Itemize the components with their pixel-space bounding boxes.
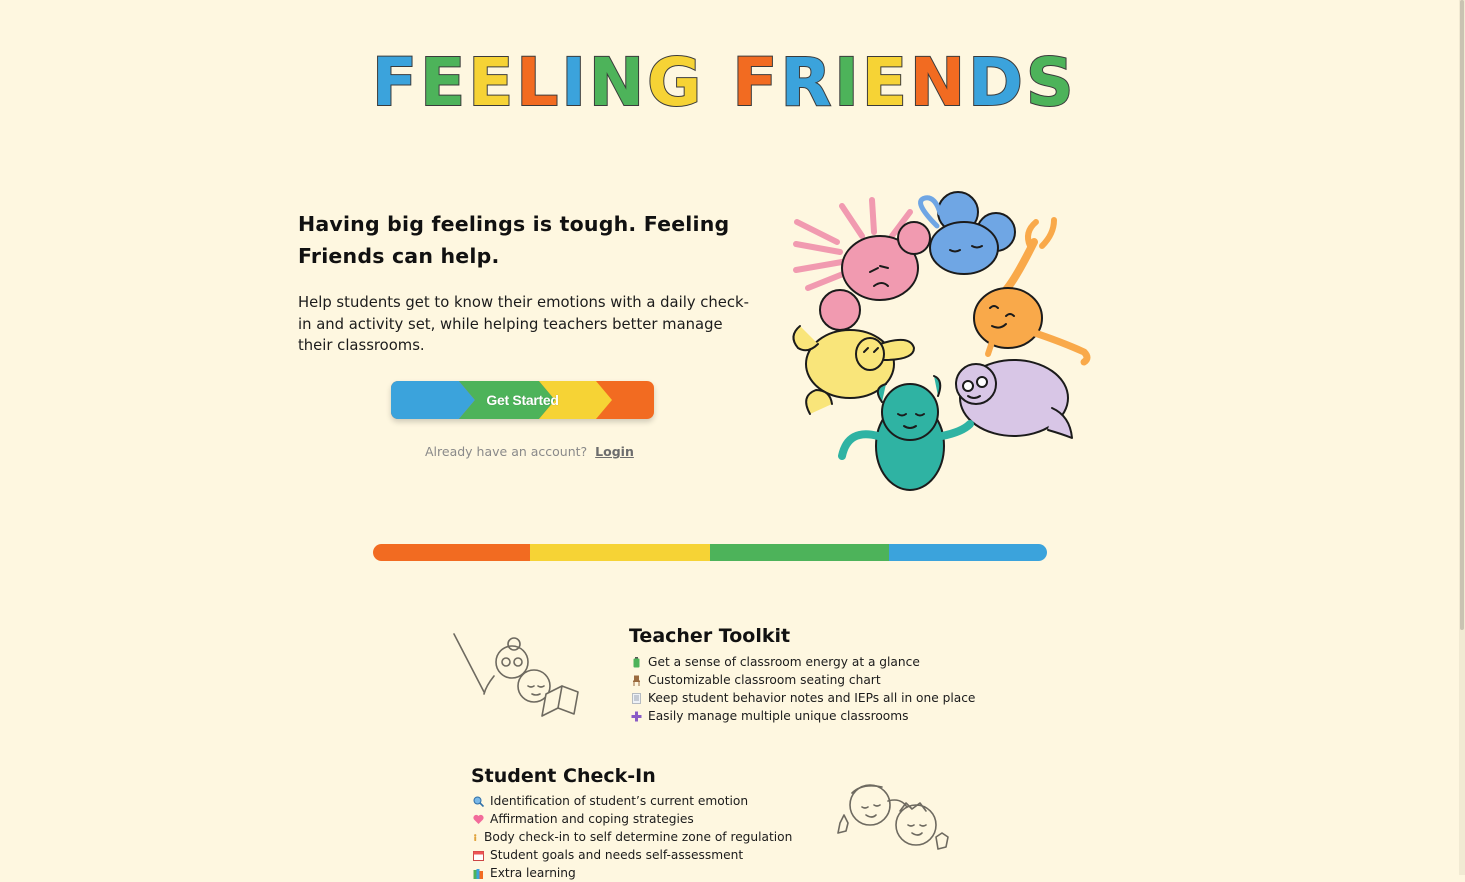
- heart-icon: [473, 814, 484, 824]
- logo-letter: N: [588, 44, 646, 121]
- list-item: Easily manage multiple unique classrooms: [631, 707, 975, 725]
- color-divider-bar: [373, 544, 1047, 561]
- list-item-text: Easily manage multiple unique classrooms: [648, 709, 909, 723]
- list-item-text: Affirmation and coping strategies: [490, 812, 694, 826]
- list-item: Body check-in to self determine zone of …: [473, 828, 792, 846]
- logo-letter: G: [646, 44, 703, 121]
- pink-spider-character: [793, 197, 931, 331]
- logo-letter: R: [779, 44, 833, 121]
- magnifier-icon: [473, 796, 484, 807]
- hero-title: Having big feelings is tough. Feeling Fr…: [298, 212, 730, 268]
- teacher-toolkit-title: Teacher Toolkit: [629, 625, 791, 647]
- chair-icon: [633, 675, 640, 686]
- student-checkin-list: Identification of student’s current emot…: [473, 792, 792, 882]
- divider-segment-yellow: [530, 544, 710, 561]
- blue-mouse-character: [918, 191, 1016, 275]
- memo-icon: [632, 692, 641, 704]
- list-item: Customizable classroom seating chart: [631, 671, 975, 689]
- list-item: Affirmation and coping strategies: [473, 810, 792, 828]
- plus-icon: [631, 711, 642, 721]
- login-link[interactable]: Login: [595, 444, 634, 459]
- hero-description: Help students get to know their emotions…: [298, 294, 749, 354]
- list-item-text: Keep student behavior notes and IEPs all…: [648, 691, 976, 705]
- login-prompt-row: Already have an account? Login: [425, 444, 634, 459]
- logo-letter: N: [909, 44, 967, 121]
- divider-segment-green: [709, 544, 890, 561]
- list-item-text: Extra learning: [490, 866, 576, 880]
- login-prompt-text: Already have an account?: [425, 444, 588, 459]
- list-item-text: Identification of student’s current emot…: [490, 794, 749, 808]
- logo-letter: D: [967, 44, 1024, 121]
- feeling-friends-logo: F E E L I N G F R I E N D S: [371, 44, 1075, 121]
- books-icon: [473, 868, 483, 879]
- list-item: Get a sense of classroom energy at a gla…: [631, 653, 975, 671]
- logo-letter: F: [731, 44, 779, 121]
- lavender-gorilla-character: [955, 359, 1073, 439]
- logo-letter: E: [861, 44, 908, 121]
- list-item: Identification of student’s current emot…: [473, 792, 792, 810]
- logo-space: [704, 52, 730, 114]
- logo-letter: I: [833, 44, 860, 121]
- logo-letter: F: [371, 44, 419, 121]
- divider-segment-orange: [373, 544, 531, 561]
- calendar-icon: [473, 850, 484, 861]
- get-started-button[interactable]: Get Started: [391, 381, 654, 419]
- logo-letter: I: [560, 44, 587, 121]
- logo-letter: E: [467, 44, 515, 121]
- scrollbar-track[interactable]: [1459, 0, 1465, 875]
- list-item-text: Student goals and needs self-assessment: [490, 848, 744, 862]
- student-checkin-title: Student Check-In: [471, 765, 656, 787]
- list-item: Extra learning: [473, 864, 792, 882]
- list-item: Keep student behavior notes and IEPs all…: [631, 689, 975, 707]
- list-item: Student goals and needs self-assessment: [473, 846, 792, 864]
- get-started-label: Get Started: [486, 392, 559, 408]
- list-item-text: Customizable classroom seating chart: [648, 673, 881, 687]
- student-checkin-illustration: [837, 784, 949, 850]
- battery-icon: [633, 656, 640, 667]
- teacher-toolkit-illustration: [453, 633, 579, 717]
- divider-segment-blue: [889, 544, 1047, 561]
- scrollbar-thumb[interactable]: [1460, 0, 1464, 630]
- feeling-friends-illustration: [792, 191, 1091, 491]
- logo-letter: E: [419, 44, 467, 121]
- logo-letter: S: [1025, 44, 1075, 121]
- person-icon: [474, 833, 477, 841]
- teacher-toolkit-list: Get a sense of classroom energy at a gla…: [631, 653, 975, 725]
- logo-letter: L: [515, 44, 560, 121]
- list-item-text: Body check-in to self determine zone of …: [484, 830, 793, 844]
- list-item-text: Get a sense of classroom energy at a gla…: [648, 655, 920, 669]
